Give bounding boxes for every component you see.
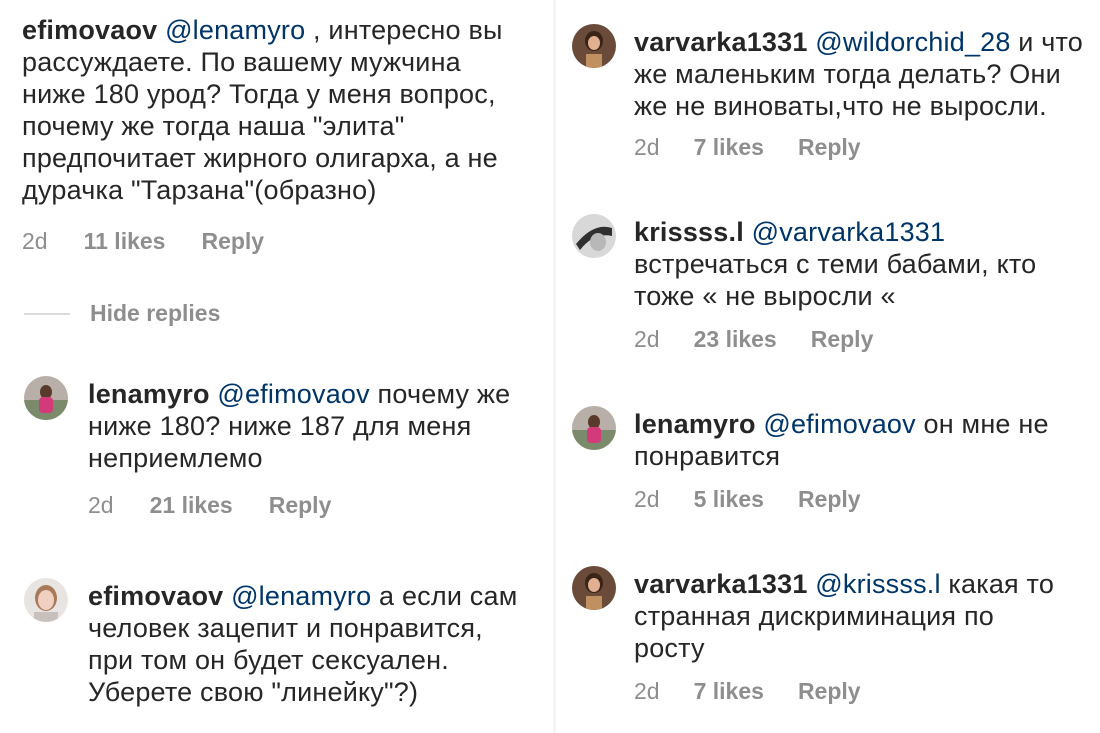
- comment-line: он мне не: [915, 409, 1049, 439]
- comment-line: какая то: [940, 569, 1055, 599]
- mention-link[interactable]: @varvarka1331: [752, 217, 946, 247]
- comment-line: странная дискриминация по: [634, 601, 994, 631]
- username-link[interactable]: krissss.l: [634, 217, 744, 247]
- reply-button[interactable]: Reply: [201, 228, 264, 255]
- comment-text: efimovaov @lenamyro , интересно вы рассу…: [22, 14, 552, 206]
- avatar[interactable]: [24, 376, 68, 420]
- likes-count[interactable]: 23 likes: [694, 326, 777, 353]
- comment-line: встречаться с теми бабами, кто: [634, 249, 1037, 279]
- username-link[interactable]: efimovaov: [88, 581, 223, 611]
- likes-count[interactable]: 7 likes: [694, 134, 764, 161]
- comment-text: efimovaov @lenamyro а если сам человек з…: [88, 580, 548, 708]
- comment-time: 2d: [634, 486, 660, 512]
- hide-replies-button[interactable]: Hide replies: [24, 300, 220, 327]
- reply-button[interactable]: Reply: [811, 326, 874, 353]
- comment-time: 2d: [634, 678, 660, 704]
- comment-meta: 2d 23 likes Reply: [634, 326, 873, 353]
- hide-replies-label: Hide replies: [90, 300, 221, 326]
- likes-count[interactable]: 21 likes: [150, 492, 233, 519]
- comment-lenamyro: lenamyro @efimovaov он мне не понравится: [634, 408, 1094, 472]
- comment-meta: 2d 11 likes Reply: [22, 228, 264, 255]
- comment-line: почему же тогда наша "элита": [22, 111, 405, 141]
- comment-time: 2d: [88, 492, 114, 518]
- username-link[interactable]: lenamyro: [88, 379, 210, 409]
- avatar-krissss-image: [572, 214, 616, 258]
- comment-line: дурачка "Тарзана"(образно): [22, 175, 377, 205]
- comment-line: ниже 180 урод? Тогда у меня вопрос,: [22, 79, 496, 109]
- comment-time: 2d: [634, 326, 660, 352]
- comment-line: неприемлемо: [88, 443, 263, 473]
- comment-line: человек зацепит и понравится,: [88, 613, 483, 643]
- reply-lenamyro: lenamyro @efimovaov почему же ниже 180? …: [88, 378, 548, 474]
- comment-line: понравится: [634, 441, 781, 471]
- left-comment-column: efimovaov @lenamyro , интересно вы рассу…: [0, 0, 553, 733]
- avatar-varvarka-image: [572, 24, 616, 68]
- mention-link[interactable]: @lenamyro: [231, 581, 371, 611]
- reply-button[interactable]: Reply: [798, 486, 861, 513]
- comment-efimovaov-main: efimovaov @lenamyro , интересно вы рассу…: [22, 14, 552, 206]
- avatar-varvarka-image: [572, 566, 616, 610]
- avatar[interactable]: [572, 566, 616, 610]
- comment-line: ниже 180? ниже 187 для меня: [88, 411, 472, 441]
- avatar-efimovaov-image: [24, 578, 68, 622]
- comment-meta: 2d 7 likes Reply: [634, 134, 861, 161]
- comment-text: varvarka1331 @wildorchid_28 и что же мал…: [634, 26, 1094, 122]
- avatar[interactable]: [572, 214, 616, 258]
- mention-link[interactable]: @efimovaov: [763, 409, 915, 439]
- comment-text: varvarka1331 @krissss.l какая то странна…: [634, 568, 1094, 664]
- comment-time: 2d: [22, 228, 48, 254]
- comment-time: 2d: [634, 134, 660, 160]
- username-link[interactable]: lenamyro: [634, 409, 756, 439]
- comment-meta: 2d 21 likes Reply: [88, 492, 331, 519]
- avatar-lenamyro-image: [572, 406, 616, 450]
- likes-count[interactable]: 11 likes: [84, 228, 166, 255]
- comment-line: Уберете свою "линейку"?): [88, 677, 419, 707]
- username-link[interactable]: varvarka1331: [634, 27, 808, 57]
- username-link[interactable]: efimovaov: [22, 15, 157, 45]
- comment-text: lenamyro @efimovaov почему же ниже 180? …: [88, 378, 548, 474]
- comment-line: рассуждаете. По вашему мужчина: [22, 47, 461, 77]
- mention-link[interactable]: @krissss.l: [815, 569, 940, 599]
- comment-line: же маленьким тогда делать? Они: [634, 59, 1061, 89]
- comment-varvarka1331-2: varvarka1331 @krissss.l какая то странна…: [634, 568, 1094, 664]
- username-link[interactable]: varvarka1331: [634, 569, 808, 599]
- comment-line: , интересно вы: [305, 15, 503, 45]
- reply-efimovaov: efimovaov @lenamyro а если сам человек з…: [88, 580, 548, 708]
- mention-link[interactable]: @lenamyro: [165, 15, 305, 45]
- comment-varvarka1331: varvarka1331 @wildorchid_28 и что же мал…: [634, 26, 1094, 122]
- comment-line: же не виноваты,что не выросли.: [634, 91, 1047, 121]
- reply-button[interactable]: Reply: [269, 492, 332, 519]
- avatar-lenamyro-image: [24, 376, 68, 420]
- comment-line: а если сам: [371, 581, 518, 611]
- avatar[interactable]: [24, 578, 68, 622]
- comment-meta: 2d 5 likes Reply: [634, 486, 861, 513]
- reply-button[interactable]: Reply: [798, 678, 861, 705]
- reply-button[interactable]: Reply: [798, 134, 861, 161]
- comment-text: lenamyro @efimovaov он мне не понравится: [634, 408, 1094, 472]
- right-comment-column: varvarka1331 @wildorchid_28 и что же мал…: [556, 0, 1100, 733]
- comment-line: тоже « не выросли «: [634, 281, 896, 311]
- comment-text: krissss.l @varvarka1331 встречаться с те…: [634, 216, 1094, 312]
- comment-line: почему же: [369, 379, 511, 409]
- mention-link[interactable]: @wildorchid_28: [815, 27, 1010, 57]
- mention-link[interactable]: @efimovaov: [217, 379, 369, 409]
- comment-krissss: krissss.l @varvarka1331 встречаться с те…: [634, 216, 1094, 312]
- comment-line: при том он будет сексуален.: [88, 645, 449, 675]
- comment-line: росту: [634, 633, 705, 663]
- likes-count[interactable]: 7 likes: [694, 678, 764, 705]
- comment-line: и что: [1010, 27, 1084, 57]
- comment-line: предпочитает жирного олигарха, а не: [22, 143, 498, 173]
- likes-count[interactable]: 5 likes: [694, 486, 764, 513]
- avatar[interactable]: [572, 24, 616, 68]
- hide-replies-line: [24, 312, 70, 315]
- avatar[interactable]: [572, 406, 616, 450]
- comment-meta: 2d 7 likes Reply: [634, 678, 861, 705]
